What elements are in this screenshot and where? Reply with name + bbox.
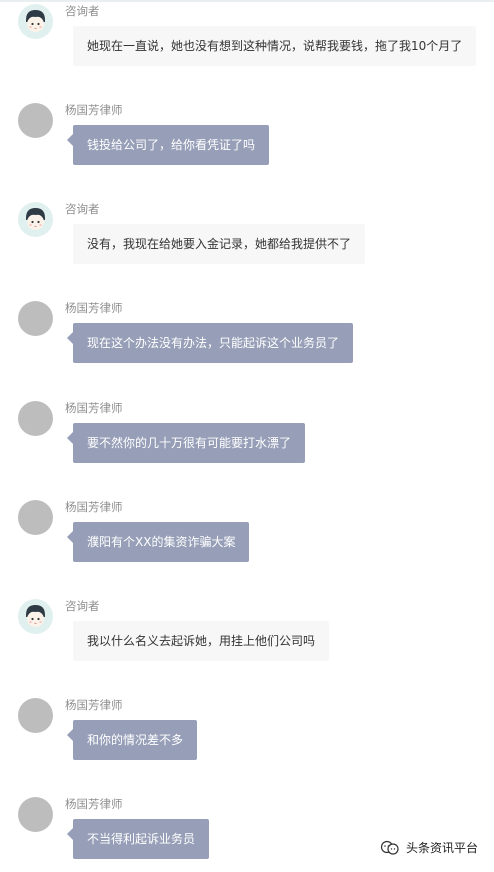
sender-name: 杨国芳律师 [65,103,123,117]
watermark-text: 头条资讯平台 [405,841,478,855]
message-bubble: 要不然你的几十万很有可能要打水漂了 [66,423,306,463]
sender-name: 咨询者 [65,4,100,18]
avatar[interactable] [18,401,53,436]
avatar[interactable] [18,103,53,138]
sender-name: 杨国芳律师 [65,698,123,712]
avatar[interactable] [18,4,53,39]
client-avatar-icon [26,208,45,230]
message-bubble: 钱投给公司了，给你看凭证了吗 [66,125,270,165]
message-bubble: 我以什么名义去起诉她，用挂上他们公司吗 [73,621,330,661]
sender-name: 咨询者 [65,202,100,216]
message-bubble: 她现在一直说，她也没有想到这种情况，说帮我要钱，拖了我10个月了 [73,26,477,66]
message-bubble: 和你的情况差不多 [66,720,198,760]
message-bubble: 没有，我现在给她要入金记录，她都给我提供不了 [73,224,366,264]
message-bubble: 不当得利起诉业务员 [66,819,210,859]
wechat-official-account-icon [380,840,399,855]
sender-name: 杨国芳律师 [65,301,123,315]
message-bubble: 濮阳有个XX的集资诈骗大案 [66,522,250,562]
avatar[interactable] [18,698,53,733]
avatar[interactable] [18,599,53,634]
message-bubble: 现在这个办法没有办法，只能起诉这个业务员了 [66,323,354,363]
sender-name: 杨国芳律师 [65,401,123,415]
avatar[interactable] [18,301,53,336]
sender-name: 杨国芳律师 [65,797,123,811]
avatar[interactable] [18,202,53,237]
watermark: 头条资讯平台 [380,839,478,856]
avatar[interactable] [18,797,53,832]
avatar[interactable] [18,500,53,535]
sender-name: 咨询者 [65,599,100,613]
sender-name: 杨国芳律师 [65,500,123,514]
chat-screen: 咨询者 她现在一直说，她也没有想到这种情况，说帮我要钱，拖了我10个月了 杨国芳… [0,0,494,872]
client-avatar-icon [26,605,45,627]
client-avatar-icon [26,10,45,32]
top-divider [0,0,494,2]
